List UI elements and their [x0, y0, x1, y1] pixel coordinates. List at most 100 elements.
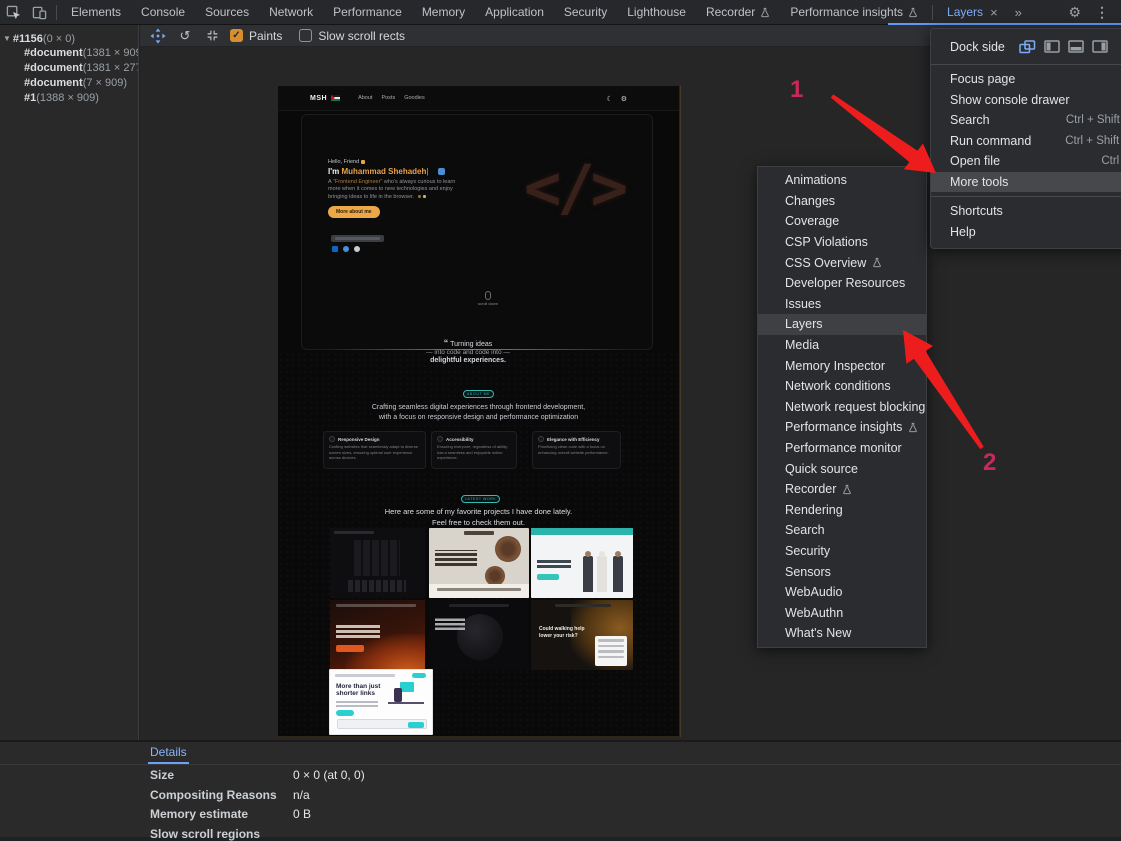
more-tools-item-changes[interactable]: Changes [758, 191, 926, 212]
project-thumbnail-4 [330, 600, 425, 670]
tab-details[interactable]: Details [148, 742, 189, 764]
tab-label: Memory [422, 5, 465, 19]
latest-work-badge: LATEST WORK [461, 495, 500, 503]
project-thumbnail-7: More than just shorter links [329, 669, 433, 735]
toolbar-divider [56, 5, 57, 20]
tab-sources[interactable]: Sources [195, 0, 259, 24]
more-tools-item-network-request-blocking[interactable]: Network request blocking [758, 397, 926, 418]
tab-application[interactable]: Application [475, 0, 554, 24]
tab-recorder[interactable]: Recorder [696, 0, 780, 24]
tab-label: Performance [333, 5, 402, 19]
more-tools-item-network-conditions[interactable]: Network conditions [758, 376, 926, 397]
more-tools-item-webauthn[interactable]: WebAuthn [758, 602, 926, 623]
experiment-flask-icon [760, 7, 770, 18]
menu-separator [931, 196, 1121, 197]
expand-caret-icon[interactable]: ▼ [3, 34, 11, 43]
experiment-flask-icon [908, 7, 918, 18]
tab-memory[interactable]: Memory [412, 0, 475, 24]
details-tabstrip: Details [0, 742, 1121, 765]
layer-tree-row[interactable]: #document(1381 × 909) [0, 46, 138, 61]
more-tools-item-performance-insights[interactable]: Performance insights [758, 417, 926, 438]
more-tools-item-layers[interactable]: Layers [758, 314, 926, 335]
more-tools-item-sensors[interactable]: Sensors [758, 561, 926, 582]
more-tools-item-media[interactable]: Media [758, 335, 926, 356]
layer-size: (0 × 0) [43, 33, 75, 45]
settings-gear-icon[interactable]: ⚙ [1068, 4, 1081, 21]
project-thumbnail-2 [429, 528, 529, 598]
menu-item-focus-page[interactable]: Focus page [931, 69, 1121, 90]
menu-item-search[interactable]: SearchCtrl + Shift + F [931, 110, 1121, 131]
moon-icon: ☾ [606, 95, 612, 103]
kebab-menu-icon[interactable]: ⋮ [1095, 4, 1109, 21]
more-tools-item-animations[interactable]: Animations [758, 170, 926, 191]
code-glyph-art: </> [524, 151, 624, 224]
menu-item-help[interactable]: Help▶ [931, 222, 1121, 243]
layer-tree-row[interactable]: #document(7 × 909) [0, 76, 138, 91]
tab-label: Recorder [706, 5, 755, 19]
sparkles-emoji [423, 195, 426, 198]
dock-left-icon[interactable] [1044, 40, 1060, 53]
devtools-tabbar: Elements Console Sources Network Perform… [0, 0, 1121, 25]
menu-item-open-file[interactable]: Open fileCtrl + P [931, 151, 1121, 172]
more-tools-item-issues[interactable]: Issues [758, 294, 926, 315]
tab-security[interactable]: Security [554, 0, 617, 24]
more-tools-item-coverage[interactable]: Coverage [758, 211, 926, 232]
nav-link: Goodies [404, 95, 425, 101]
more-tools-item-quick-source[interactable]: Quick source [758, 458, 926, 479]
tab-lighthouse[interactable]: Lighthouse [617, 0, 696, 24]
layer-name: #1156 [13, 33, 43, 45]
typing-caret: | [426, 167, 428, 176]
palette-emoji [418, 195, 421, 198]
more-tools-item-rendering[interactable]: Rendering [758, 500, 926, 521]
menu-item-shortcuts[interactable]: Shortcuts [931, 201, 1121, 222]
dock-bottom-icon[interactable] [1068, 40, 1084, 53]
tab-performance[interactable]: Performance [323, 0, 412, 24]
tab-network[interactable]: Network [259, 0, 323, 24]
hero-card: Hello, Friend I'm Muhammad Shehadeh| A "… [301, 114, 653, 350]
about-badge: ABOUT ME [463, 390, 494, 398]
tab-layers[interactable]: Layers × [937, 0, 1008, 24]
tab-label: Console [141, 5, 185, 19]
more-tools-item-security[interactable]: Security [758, 541, 926, 562]
layer-tree-row[interactable]: #document(1381 × 277 [0, 61, 138, 76]
slow-scroll-rects-checkbox[interactable] [299, 29, 312, 42]
more-tabs-icon[interactable]: » [1008, 5, 1029, 20]
page-layer-preview[interactable]: MSH About Posts Goodies ☾ ⚙ Hello, Frien… [277, 85, 680, 737]
details-row: Size0 × 0 (at 0, 0) [150, 768, 365, 782]
dock-side-label: Dock side [950, 40, 1005, 54]
about-text: Crafting seamless digital experiences th… [278, 403, 679, 423]
feature-card: Elegance with Efficiency Prioritizing cl… [532, 431, 621, 469]
layer-tree-row[interactable]: #1(1388 × 909) [0, 91, 138, 106]
close-tab-icon[interactable]: × [990, 5, 998, 20]
menu-item-run-command[interactable]: Run commandCtrl + Shift + P [931, 131, 1121, 152]
menu-item-more-tools[interactable]: More tools▶ [931, 172, 1121, 193]
tab-performance-insights[interactable]: Performance insights [780, 0, 928, 24]
rotate-mode-icon[interactable]: ↺ [176, 27, 194, 45]
device-toolbar-icon[interactable] [26, 0, 52, 24]
more-tools-item-recorder[interactable]: Recorder [758, 479, 926, 500]
more-tools-item-search[interactable]: Search [758, 520, 926, 541]
hero-description: A "Frontend Engineer" who's always curio… [328, 179, 464, 201]
reset-view-icon[interactable] [203, 27, 221, 45]
experiment-flask-icon [908, 422, 918, 433]
more-tools-item-webaudio[interactable]: WebAudio [758, 582, 926, 603]
layer-tree-row[interactable]: ▼#1156(0 × 0) [0, 31, 138, 46]
pan-mode-icon[interactable] [149, 27, 167, 45]
undock-icon[interactable] [1019, 40, 1036, 54]
tab-elements[interactable]: Elements [61, 0, 131, 24]
project-caption: Could walking help lower your risk? [539, 626, 595, 639]
active-tab-indicator [888, 23, 1121, 25]
more-tools-item-memory-inspector[interactable]: Memory Inspector [758, 355, 926, 376]
paints-checkbox[interactable]: ✓ [230, 29, 243, 42]
layer-tree-sidebar: ▼#1156(0 × 0) #document(1381 × 909) #doc… [0, 25, 139, 740]
dock-right-icon[interactable] [1092, 40, 1108, 53]
tab-console[interactable]: Console [131, 0, 195, 24]
more-tools-item-csp-violations[interactable]: CSP Violations [758, 232, 926, 253]
more-tools-item-whats-new[interactable]: What's New [758, 623, 926, 644]
inspect-element-icon[interactable] [0, 0, 26, 24]
more-tools-item-css-overview[interactable]: CSS Overview [758, 252, 926, 273]
more-tools-item-performance-monitor[interactable]: Performance monitor [758, 438, 926, 459]
more-tools-item-developer-resources[interactable]: Developer Resources [758, 273, 926, 294]
tech-stack-badge [331, 235, 384, 242]
menu-item-show-console-drawer[interactable]: Show console drawerEsc [931, 90, 1121, 111]
